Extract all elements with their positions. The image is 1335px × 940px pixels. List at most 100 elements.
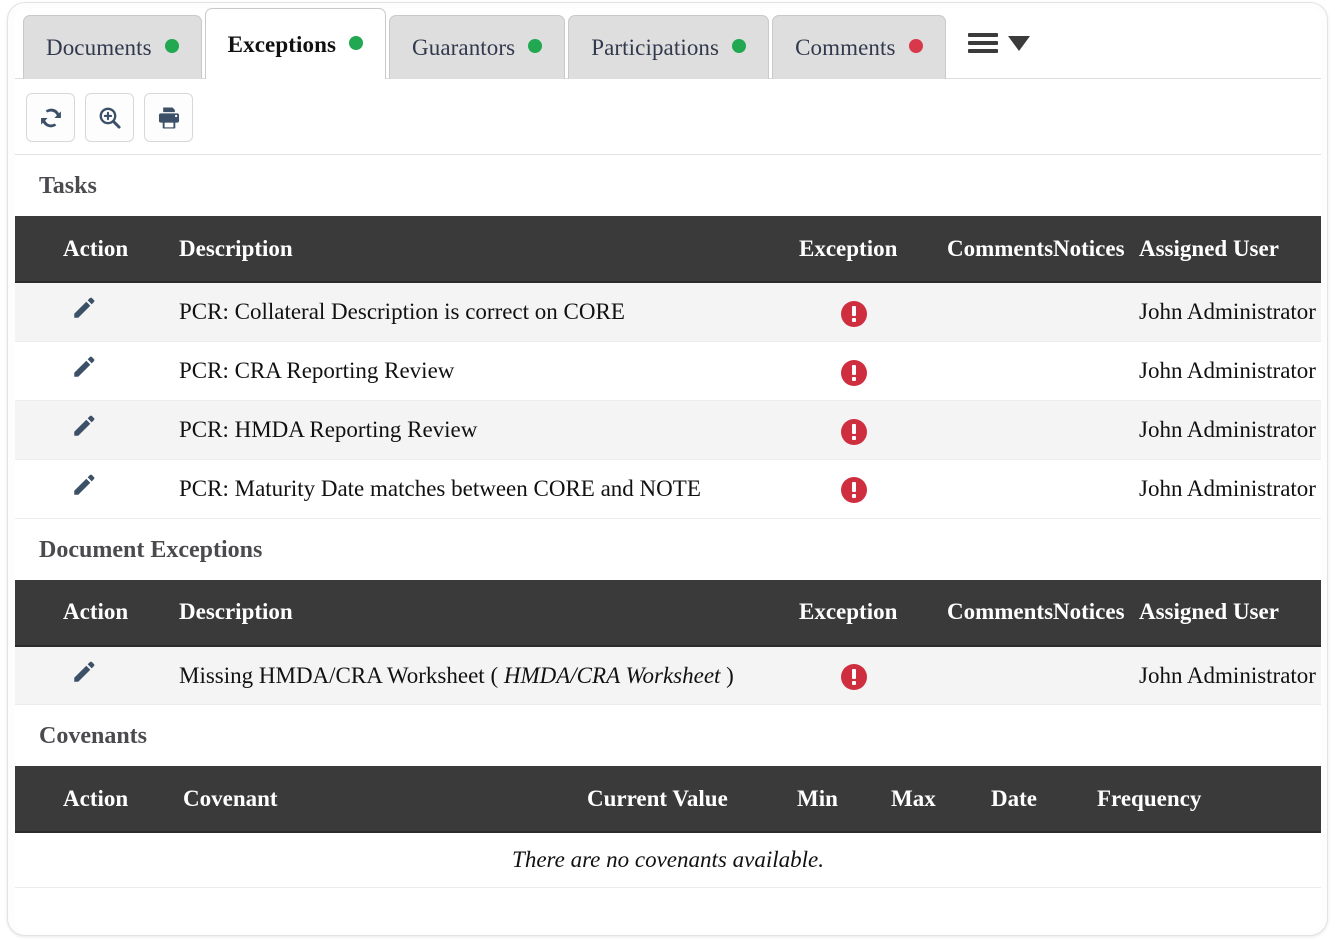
row-assigned-user: John Administrator <box>1139 341 1321 400</box>
tab-bar: Documents Exceptions Guarantors Participati… <box>15 8 1321 79</box>
col-covenant: Covenant <box>183 766 587 832</box>
edit-pencil-icon[interactable] <box>71 295 97 321</box>
col-current-value: Current Value <box>587 766 797 832</box>
row-comments <box>947 341 1053 400</box>
col-notices: Notices <box>1053 580 1139 646</box>
application-window: Documents Exceptions Guarantors Participati… <box>7 2 1328 936</box>
tab-overflow-menu-button[interactable] <box>946 8 1044 79</box>
exception-alert-icon[interactable] <box>841 360 867 386</box>
table-row[interactable]: PCR: HMDA Reporting Review John Administ… <box>15 400 1321 459</box>
exception-alert-icon[interactable] <box>841 301 867 327</box>
refresh-button[interactable] <box>26 93 75 142</box>
col-assigned-user: Assigned User <box>1139 216 1321 282</box>
row-comments <box>947 646 1053 705</box>
status-dot-green <box>165 39 179 53</box>
edit-pencil-icon[interactable] <box>71 413 97 439</box>
col-exception: Exception <box>799 580 947 646</box>
tab-label: Comments <box>795 35 895 60</box>
description-suffix: ) <box>720 663 733 688</box>
magnifier-plus-icon <box>96 104 123 131</box>
row-action-cell <box>15 646 179 705</box>
row-action-cell <box>15 400 179 459</box>
col-comments: Comments <box>947 580 1053 646</box>
tab-comments[interactable]: Comments <box>772 15 945 79</box>
col-action: Action <box>15 580 179 646</box>
status-dot-green <box>528 39 542 53</box>
section-title-covenants: Covenants <box>15 705 1321 766</box>
exception-alert-icon[interactable] <box>841 664 867 690</box>
status-dot-red <box>909 39 923 53</box>
row-action-cell <box>15 282 179 341</box>
document-exceptions-table: Action Description Exception Comments No… <box>15 580 1321 706</box>
row-assigned-user: John Administrator <box>1139 646 1321 705</box>
covenants-table: Action Covenant Current Value Min Max Da… <box>15 766 1321 888</box>
table-header-row: Action Covenant Current Value Min Max Da… <box>15 766 1321 832</box>
document-exceptions-table-body: Missing HMDA/CRA Worksheet ( HMDA/CRA Wo… <box>15 646 1321 705</box>
row-action-cell <box>15 341 179 400</box>
tab-label: Participations <box>591 35 719 60</box>
col-max: Max <box>891 766 991 832</box>
tasks-table-header: Action Description Exception Comments No… <box>15 216 1321 282</box>
row-description: PCR: CRA Reporting Review <box>179 341 799 400</box>
covenants-table-body: There are no covenants available. <box>15 832 1321 887</box>
tab-participations[interactable]: Participations <box>568 15 769 79</box>
tasks-table: Action Description Exception Comments No… <box>15 216 1321 519</box>
row-notices <box>1053 459 1139 518</box>
row-exception-cell <box>799 282 947 341</box>
edit-pencil-icon[interactable] <box>71 354 97 380</box>
refresh-icon <box>37 104 65 132</box>
row-description: Missing HMDA/CRA Worksheet ( HMDA/CRA Wo… <box>179 646 799 705</box>
row-exception-cell <box>799 400 947 459</box>
col-description: Description <box>179 216 799 282</box>
description-italic: HMDA/CRA Worksheet <box>504 663 721 688</box>
status-dot-green <box>349 36 363 50</box>
row-exception-cell <box>799 341 947 400</box>
col-assigned-user: Assigned User <box>1139 580 1321 646</box>
edit-pencil-icon[interactable] <box>71 472 97 498</box>
status-dot-green <box>732 39 746 53</box>
row-exception-cell <box>799 459 947 518</box>
table-header-row: Action Description Exception Comments No… <box>15 580 1321 646</box>
section-title-document-exceptions: Document Exceptions <box>15 519 1321 580</box>
row-notices <box>1053 646 1139 705</box>
covenants-table-header: Action Covenant Current Value Min Max Da… <box>15 766 1321 832</box>
row-comments <box>947 400 1053 459</box>
exception-alert-icon[interactable] <box>841 477 867 503</box>
action-toolbar <box>15 79 1321 155</box>
tab-label: Exceptions <box>228 32 336 57</box>
zoom-in-button[interactable] <box>85 93 134 142</box>
row-assigned-user: John Administrator <box>1139 459 1321 518</box>
print-button[interactable] <box>144 93 193 142</box>
window-inner: Documents Exceptions Guarantors Participati… <box>15 8 1321 932</box>
col-exception: Exception <box>799 216 947 282</box>
row-assigned-user: John Administrator <box>1139 282 1321 341</box>
document-exceptions-table-header: Action Description Exception Comments No… <box>15 580 1321 646</box>
edit-pencil-icon[interactable] <box>71 659 97 685</box>
col-action: Action <box>15 766 183 832</box>
tab-documents[interactable]: Documents <box>23 15 202 79</box>
tasks-table-body: PCR: Collateral Description is correct o… <box>15 282 1321 518</box>
table-row[interactable]: PCR: CRA Reporting Review John Administr… <box>15 341 1321 400</box>
table-row[interactable]: Missing HMDA/CRA Worksheet ( HMDA/CRA Wo… <box>15 646 1321 705</box>
col-description: Description <box>179 580 799 646</box>
tab-guarantors[interactable]: Guarantors <box>389 15 565 79</box>
tab-exceptions[interactable]: Exceptions <box>205 8 386 79</box>
exception-alert-icon[interactable] <box>841 419 867 445</box>
row-notices <box>1053 282 1139 341</box>
row-notices <box>1053 341 1139 400</box>
empty-state-row: There are no covenants available. <box>15 832 1321 887</box>
table-row[interactable]: PCR: Collateral Description is correct o… <box>15 282 1321 341</box>
tab-label: Guarantors <box>412 35 515 60</box>
table-row[interactable]: PCR: Maturity Date matches between CORE … <box>15 459 1321 518</box>
row-assigned-user: John Administrator <box>1139 400 1321 459</box>
tab-label: Documents <box>46 35 152 60</box>
col-action: Action <box>15 216 179 282</box>
row-exception-cell <box>799 646 947 705</box>
row-action-cell <box>15 459 179 518</box>
row-description: PCR: HMDA Reporting Review <box>179 400 799 459</box>
section-title-tasks: Tasks <box>15 155 1321 216</box>
col-notices: Notices <box>1053 216 1139 282</box>
table-header-row: Action Description Exception Comments No… <box>15 216 1321 282</box>
printer-icon <box>155 104 183 132</box>
description-prefix: Missing HMDA/CRA Worksheet ( <box>179 663 504 688</box>
